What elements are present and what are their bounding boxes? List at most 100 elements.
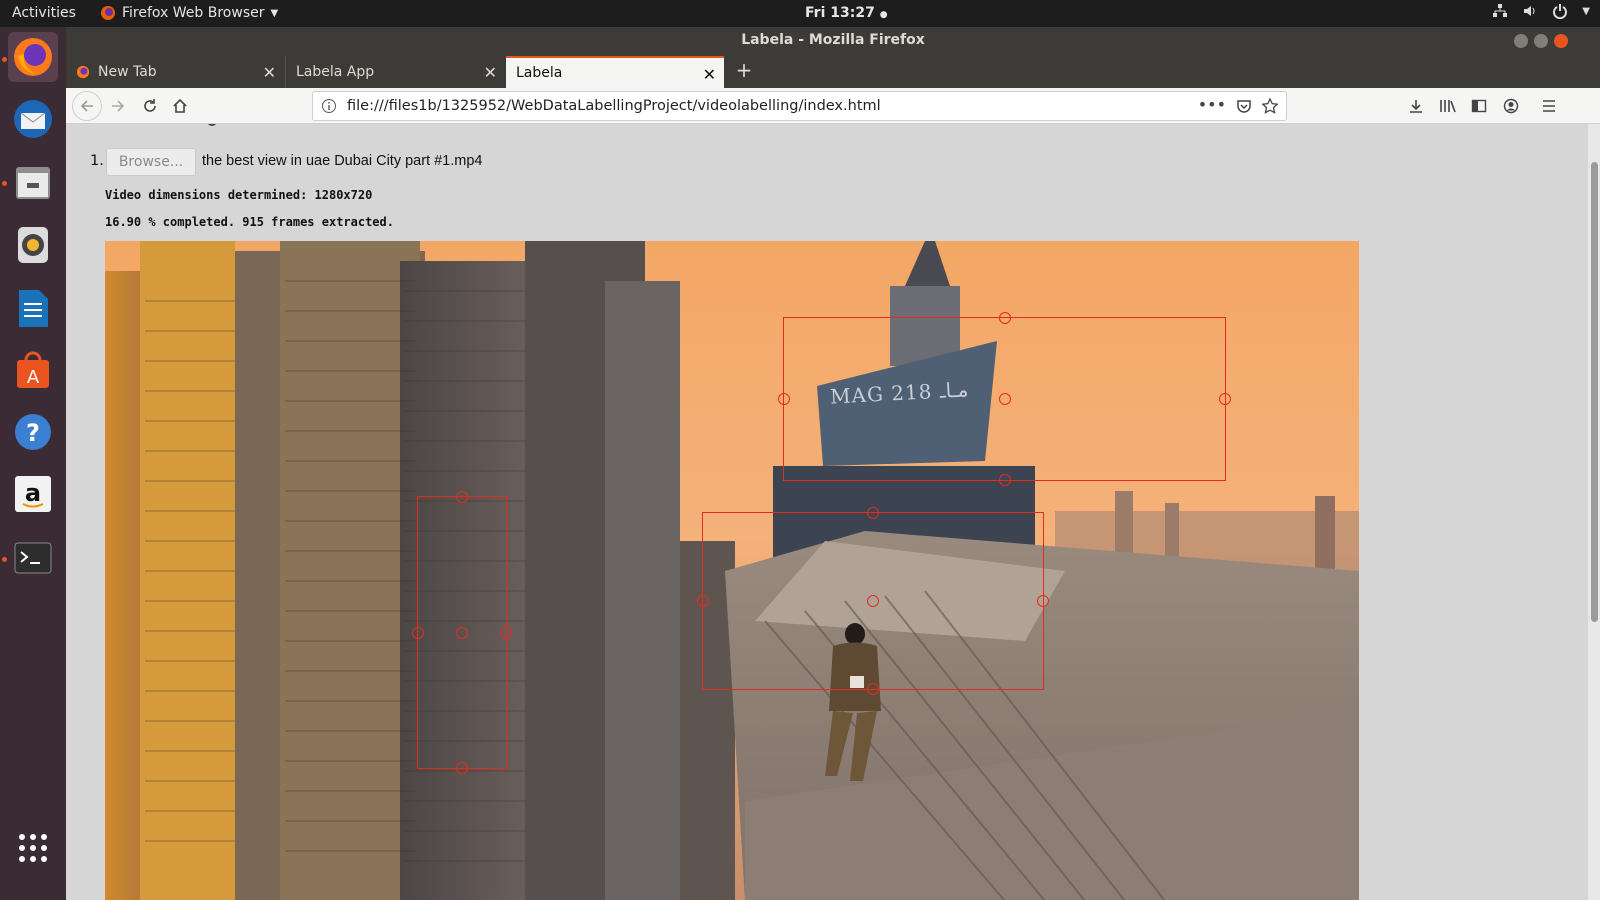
dock-software[interactable]: A [8,345,58,395]
new-tab-button[interactable]: + [732,58,756,84]
reload-button[interactable] [138,94,162,118]
video-frame-canvas[interactable]: MAG 218 مـاـ [105,241,1359,900]
ellipsis-icon[interactable]: ••• [1198,95,1226,114]
files-icon [16,167,50,199]
tab-strip: New Tab ✕ Labela App ✕ Labela ✕ + [66,54,1600,88]
resize-handle[interactable] [500,626,512,639]
network-icon[interactable] [1492,3,1508,19]
download-icon [1410,100,1422,113]
minimize-button[interactable] [1514,34,1528,48]
resize-handle[interactable] [867,683,879,695]
pocket-icon[interactable] [1236,98,1252,114]
url-bar[interactable]: file:///files1b/1325952/WebDataLabelling… [312,91,1287,121]
running-indicator [2,181,7,186]
show-applications-button[interactable] [8,823,58,873]
url-text[interactable]: file:///files1b/1325952/WebDataLabelling… [347,98,881,114]
account-icon [1503,98,1519,114]
activities-button[interactable]: Activities [12,5,76,21]
move-handle[interactable] [998,393,1011,405]
dock-terminal[interactable] [8,533,58,583]
svg-text:A: A [27,367,40,388]
bounding-box-3[interactable] [412,491,512,774]
rhythmbox-icon [18,227,48,263]
move-handle[interactable] [456,626,468,639]
home-button[interactable] [168,94,192,118]
caret-down-icon: ▼ [1582,6,1590,17]
account-button[interactable] [1499,94,1523,118]
app-menu[interactable]: Firefox Web Browser ▼ [100,5,278,21]
caret-down-icon: ▼ [270,7,279,19]
sidebar-icon [1471,99,1487,113]
window-title-bar: Labela - Mozilla Firefox [66,27,1600,54]
bounding-box-1[interactable] [778,312,1231,486]
terminal-icon [14,542,52,574]
app-grid-icon [19,834,47,862]
forward-button[interactable] [106,94,130,118]
close-tab-icon[interactable]: ✕ [484,63,497,82]
extraction-progress-status: 16.90 % completed. 915 frames extracted. [105,215,394,229]
video-dimensions-status: Video dimensions determined: 1280x720 [105,188,373,202]
resize-handle[interactable] [1219,393,1231,405]
running-indicator [2,57,7,62]
back-button[interactable] [72,91,102,121]
resize-handle[interactable] [1037,595,1049,607]
maximize-button[interactable] [1534,34,1548,48]
tab-new-tab[interactable]: New Tab ✕ [66,56,284,88]
dock-help[interactable]: ? [8,407,58,457]
downloads-button[interactable] [1404,94,1428,118]
app-menu-label: Firefox Web Browser [122,5,265,21]
dock-thunderbird[interactable] [8,94,58,144]
vertical-scrollbar[interactable] [1588,124,1600,900]
system-tray[interactable]: ▼ [1492,3,1590,21]
resize-handle[interactable] [456,762,468,774]
hamburger-menu-icon [1543,100,1555,112]
firefox-small-icon [101,6,115,20]
power-icon[interactable] [1552,3,1568,19]
dock-amazon[interactable]: a [8,469,58,519]
system-top-bar: Activities Firefox Web Browser ▼ Fri 13:… [0,0,1600,27]
dock-files[interactable] [8,157,58,207]
resize-handle[interactable] [456,491,468,503]
browse-button[interactable]: Browse... [106,148,196,176]
close-tab-icon[interactable]: ✕ [703,65,716,84]
svg-text:a: a [25,479,41,507]
library-icon [1440,100,1456,113]
scrollbar-thumb[interactable] [1591,162,1598,622]
tab-labela-app[interactable]: Labela App ✕ [285,56,505,88]
tab-label: Labela App [296,64,375,80]
running-indicator [2,557,7,562]
notification-dot-icon: ● [879,10,888,20]
resize-handle[interactable] [778,393,790,405]
dock-rhythmbox[interactable] [8,220,58,270]
tab-label: Labela [516,65,563,81]
close-window-button[interactable] [1554,34,1568,48]
forward-arrow-icon [112,100,125,112]
clock[interactable]: Fri 13:27 ● [805,5,888,21]
tab-labela[interactable]: Labela ✕ [506,56,724,88]
library-button[interactable] [1436,94,1460,118]
writer-icon [19,290,48,327]
menu-button[interactable] [1537,94,1561,118]
resize-handle[interactable] [867,507,879,519]
bounding-box-2[interactable] [697,507,1049,695]
dock-writer[interactable] [8,283,58,333]
resize-handle[interactable] [412,626,424,639]
selected-file-name: the best view in uae Dubai City part #1.… [202,153,483,169]
resize-handle[interactable] [697,595,709,607]
bookmark-star-icon[interactable] [1262,98,1278,114]
dock-firefox[interactable] [8,32,58,82]
close-tab-icon[interactable]: ✕ [263,63,276,82]
resize-handle[interactable] [998,474,1011,486]
info-icon[interactable] [321,98,337,114]
resize-handle[interactable] [998,312,1011,324]
window-title: Labela - Mozilla Firefox [741,32,925,48]
volume-icon[interactable] [1522,3,1538,19]
back-arrow-icon [80,100,93,112]
sidebar-button[interactable] [1467,94,1491,118]
help-icon: ? [15,414,51,450]
software-center-icon: A [17,351,49,388]
clock-text: Fri 13:27 [805,5,875,21]
firefox-icon [14,38,52,76]
move-handle[interactable] [867,595,879,607]
home-icon [173,98,187,113]
